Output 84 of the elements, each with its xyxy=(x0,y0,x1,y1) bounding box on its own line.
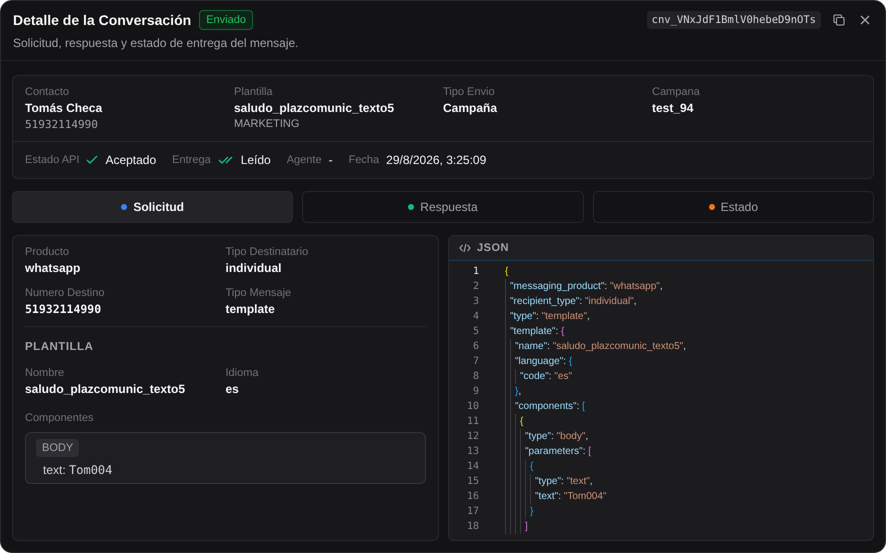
line-number: 3 xyxy=(472,296,479,307)
field-label: Producto xyxy=(25,246,70,258)
section-title: PLANTILLA xyxy=(25,341,94,353)
code-line: "language": { xyxy=(515,356,572,367)
dialog-title: Detalle de la Conversación xyxy=(13,12,192,28)
status-badge: Enviado xyxy=(199,10,253,30)
code-line: "messaging_product": "whatsapp", xyxy=(510,281,663,292)
field-subvalue: 51932114990 xyxy=(25,118,99,131)
field-label: Tipo Envio xyxy=(443,86,496,98)
field-value: whatsapp xyxy=(25,261,82,275)
line-number: 18 xyxy=(466,521,479,532)
line-number: 12 xyxy=(466,431,479,442)
code-line: { xyxy=(530,461,534,472)
code-line: "type": "text", xyxy=(535,476,593,487)
code-line: "type": "body", xyxy=(525,431,588,442)
copy-button[interactable] xyxy=(831,12,847,28)
line-number: 1 xyxy=(472,266,479,277)
code-line: "code": "es" xyxy=(520,371,572,382)
copy-icon xyxy=(833,14,845,26)
line-number: 16 xyxy=(466,491,479,502)
line-number: 15 xyxy=(466,476,479,487)
field-label: Tipo Destinatario xyxy=(226,246,310,258)
tab[interactable]: Solicitud xyxy=(12,191,294,223)
code-line: { xyxy=(520,416,524,427)
field-value: es xyxy=(226,382,240,396)
status-label: Entrega xyxy=(172,154,211,166)
check-icon xyxy=(86,155,98,165)
status-value: 29/8/2026, 3:25:09 xyxy=(386,153,486,167)
status-label: Fecha xyxy=(348,154,380,166)
field-label: Tipo Mensaje xyxy=(226,287,292,299)
code-line: "type": "template", xyxy=(510,311,590,322)
field-value: template xyxy=(226,302,276,316)
field-label: Plantilla xyxy=(234,86,274,98)
field-label: Contacto xyxy=(25,86,70,98)
field-label: Componentes xyxy=(25,412,94,424)
line-number: 8 xyxy=(472,371,479,382)
code-line: "components": [ xyxy=(515,401,585,412)
component-type-tag: BODY xyxy=(36,439,80,457)
line-number: 6 xyxy=(472,341,479,352)
field-value: individual xyxy=(226,261,283,275)
status-value: Aceptado xyxy=(105,153,156,167)
line-number: 10 xyxy=(466,401,479,412)
conversation-id: cnv_VNxJdF1BmlV0hebeD9nOTs xyxy=(646,11,821,29)
field-label: Idioma xyxy=(226,367,260,379)
line-number: 9 xyxy=(472,386,479,397)
close-icon xyxy=(860,15,870,25)
tab[interactable]: Estado xyxy=(592,191,874,223)
panel-title: JSON xyxy=(477,242,509,254)
code-line: }, xyxy=(515,386,522,397)
line-number: 13 xyxy=(466,446,479,457)
line-number: 5 xyxy=(472,326,479,337)
code-line: "template": { xyxy=(510,326,564,337)
component-parameter: text: Tom004 xyxy=(43,463,112,477)
double-check-icon xyxy=(218,155,234,165)
line-number: 11 xyxy=(466,416,479,427)
code-line: "name": "saludo_plazcomunic_texto5", xyxy=(515,341,686,352)
field-value: test_94 xyxy=(652,101,694,115)
field-value: Campaña xyxy=(443,101,498,115)
line-number: 14 xyxy=(466,461,479,472)
status-value: - xyxy=(328,153,333,167)
line-number: 17 xyxy=(466,506,479,517)
code-icon xyxy=(459,243,471,253)
code-line: } xyxy=(530,506,534,517)
field-value: saludo_plazcomunic_texto5 xyxy=(25,382,186,396)
line-number: 4 xyxy=(472,311,479,322)
field-subvalue: MARKETING xyxy=(234,118,300,130)
code-line: "text": "Tom004" xyxy=(535,491,606,502)
code-line: "recipient_type": "individual", xyxy=(510,296,637,307)
dialog-subtitle: Solicitud, respuesta y estado de entrega del mensaje. xyxy=(13,36,299,50)
status-value: Leído xyxy=(240,153,271,167)
field-value: 51932114990 xyxy=(25,302,102,316)
field-value: saludo_plazcomunic_texto5 xyxy=(234,101,396,115)
code-line: { xyxy=(505,266,508,277)
field-label: Numero Destino xyxy=(25,287,106,299)
field-label: Nombre xyxy=(25,367,66,379)
field-label: Campana xyxy=(652,86,701,98)
status-label: Agente xyxy=(286,154,322,166)
field-value: Tomás Checa xyxy=(25,101,104,115)
code-line: "parameters": [ xyxy=(525,446,592,457)
tab[interactable]: Respuesta xyxy=(302,191,584,223)
line-number: 2 xyxy=(472,281,479,292)
status-label: Estado API xyxy=(25,154,80,166)
line-number: 7 xyxy=(472,356,479,367)
code-line: ] xyxy=(525,521,528,532)
